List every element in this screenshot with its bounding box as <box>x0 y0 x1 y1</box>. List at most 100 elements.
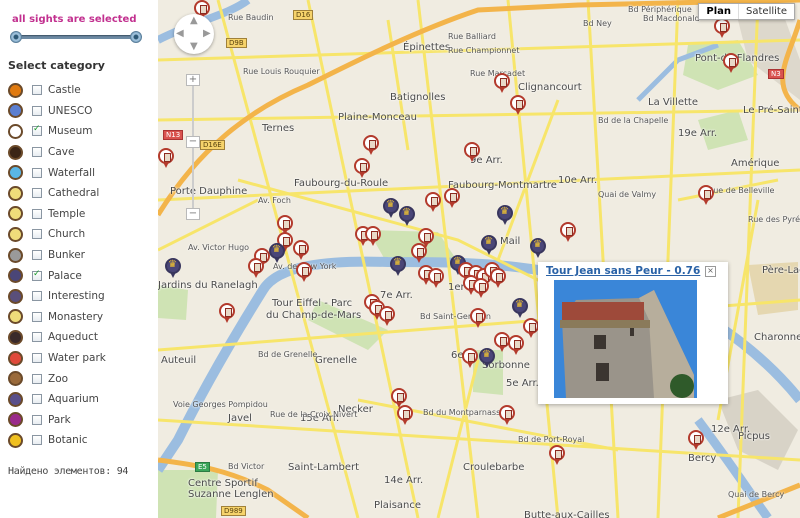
museum-marker[interactable] <box>723 53 739 74</box>
palace-marker[interactable] <box>497 205 513 226</box>
district-label: Le Pré-Saint-Gervais <box>743 105 800 116</box>
category-checkbox[interactable] <box>32 269 42 281</box>
category-item-bunker[interactable]: Bunker <box>8 245 106 266</box>
category-checkbox[interactable] <box>32 147 42 158</box>
category-item-palace[interactable]: Palace <box>8 265 106 286</box>
museum-marker[interactable] <box>444 188 460 209</box>
zoom-slider-track[interactable] <box>192 84 194 212</box>
category-checkbox[interactable] <box>32 229 42 240</box>
zoom-slider-handle[interactable]: − <box>186 136 200 148</box>
category-item-aquarium[interactable]: Aquarium <box>8 389 106 410</box>
museum-marker[interactable] <box>158 148 174 169</box>
sights-range-slider[interactable] <box>10 31 142 43</box>
museum-marker[interactable] <box>688 430 704 451</box>
map-type-plan-button[interactable]: Plan <box>699 4 740 19</box>
pan-down-icon[interactable]: ▼ <box>190 41 198 52</box>
museum-marker[interactable] <box>293 240 309 261</box>
museum-marker[interactable] <box>354 158 370 179</box>
category-checkbox[interactable] <box>32 332 42 343</box>
museum-marker[interactable] <box>379 306 395 327</box>
category-checkbox[interactable] <box>32 167 42 178</box>
museum-marker[interactable] <box>523 318 539 339</box>
category-item-cathedral[interactable]: Cathedral <box>8 183 106 204</box>
museum-marker[interactable] <box>714 18 730 39</box>
palace-marker[interactable] <box>512 298 528 319</box>
museum-marker[interactable] <box>462 348 478 369</box>
palace-marker[interactable] <box>481 235 497 256</box>
museum-marker[interactable] <box>425 192 441 213</box>
museum-marker[interactable] <box>464 142 480 163</box>
palace-marker[interactable] <box>383 198 399 219</box>
zoom-out-button[interactable]: − <box>186 208 200 220</box>
category-item-museum[interactable]: Museum <box>8 121 106 142</box>
aquarium-icon <box>8 391 23 407</box>
category-item-church[interactable]: Church <box>8 224 106 245</box>
category-item-unesco[interactable]: UNESCO <box>8 101 106 122</box>
category-item-temple[interactable]: Temple <box>8 204 106 225</box>
museum-marker[interactable] <box>549 445 565 466</box>
category-item-cave[interactable]: Cave <box>8 142 106 163</box>
category-checkbox[interactable] <box>32 105 42 116</box>
category-item-waterfall[interactable]: Waterfall <box>8 162 106 183</box>
museum-marker[interactable] <box>494 73 510 94</box>
category-item-interesting[interactable]: Interesting <box>8 286 106 307</box>
category-checkbox[interactable] <box>32 124 42 137</box>
museum-marker[interactable] <box>499 405 515 426</box>
category-checkbox[interactable] <box>32 208 42 219</box>
museum-marker[interactable] <box>490 268 506 289</box>
zoom-control[interactable]: + − − <box>186 74 200 220</box>
museum-marker[interactable] <box>428 268 444 289</box>
category-checkbox[interactable] <box>32 311 42 322</box>
category-checkbox[interactable] <box>32 85 42 96</box>
museum-marker[interactable] <box>219 303 235 324</box>
category-checkbox[interactable] <box>32 435 42 446</box>
museum-marker[interactable] <box>508 335 524 356</box>
close-icon[interactable]: × <box>705 266 716 277</box>
category-checkbox[interactable] <box>32 291 42 302</box>
pan-control[interactable]: ▲ ▼ ◀ ▶ <box>174 14 214 54</box>
marker-pin-tip <box>467 362 473 368</box>
pan-right-icon[interactable]: ▶ <box>203 28 211 39</box>
marker-pin-tip <box>430 206 436 212</box>
museum-marker[interactable] <box>296 262 312 283</box>
museum-marker[interactable] <box>365 226 381 247</box>
category-item-zoo[interactable]: Zoo <box>8 368 106 389</box>
category-checkbox[interactable] <box>32 414 42 425</box>
palace-marker[interactable] <box>390 256 406 277</box>
museum-marker[interactable] <box>698 185 714 206</box>
category-checkbox[interactable] <box>32 353 42 364</box>
palace-marker[interactable] <box>269 243 285 264</box>
category-checkbox[interactable] <box>32 188 42 199</box>
museum-marker[interactable] <box>560 222 576 243</box>
palace-icon <box>8 268 23 284</box>
palace-marker[interactable] <box>399 206 415 227</box>
museum-marker[interactable] <box>470 308 486 329</box>
category-item-park[interactable]: Park <box>8 410 106 431</box>
zoom-in-button[interactable]: + <box>186 74 200 86</box>
pan-up-icon[interactable]: ▲ <box>190 15 198 26</box>
category-checkbox[interactable] <box>32 373 42 384</box>
category-checkbox[interactable] <box>32 394 42 405</box>
category-item-monastery[interactable]: Monastery <box>8 307 106 328</box>
museum-marker[interactable] <box>248 258 264 279</box>
museum-marker[interactable] <box>473 278 489 299</box>
palace-marker[interactable] <box>530 238 546 259</box>
pan-left-icon[interactable]: ◀ <box>176 28 184 39</box>
category-checkbox[interactable] <box>32 250 42 261</box>
category-item-water-park[interactable]: Water park <box>8 348 106 369</box>
museum-marker[interactable] <box>363 135 379 156</box>
unesco-icon <box>8 103 23 119</box>
map-type-satellite-button[interactable]: Satellite <box>739 4 794 19</box>
category-item-aqueduct[interactable]: Aqueduct <box>8 327 106 348</box>
palace-marker[interactable] <box>479 348 495 369</box>
category-item-botanic[interactable]: Botanic <box>8 430 106 451</box>
range-min-handle[interactable] <box>10 31 22 43</box>
palace-marker[interactable] <box>165 258 181 279</box>
museum-marker[interactable] <box>411 243 427 264</box>
museum-marker[interactable] <box>510 95 526 116</box>
sight-title-link[interactable]: Tour Jean sans Peur - 0.76 <box>546 265 700 277</box>
category-item-castle[interactable]: Castle <box>8 80 106 101</box>
museum-marker[interactable] <box>397 405 413 426</box>
range-max-handle[interactable] <box>130 31 142 43</box>
map-canvas[interactable]: Épinettes Batignolles Plaine-Monceau Ternes… <box>158 0 800 518</box>
